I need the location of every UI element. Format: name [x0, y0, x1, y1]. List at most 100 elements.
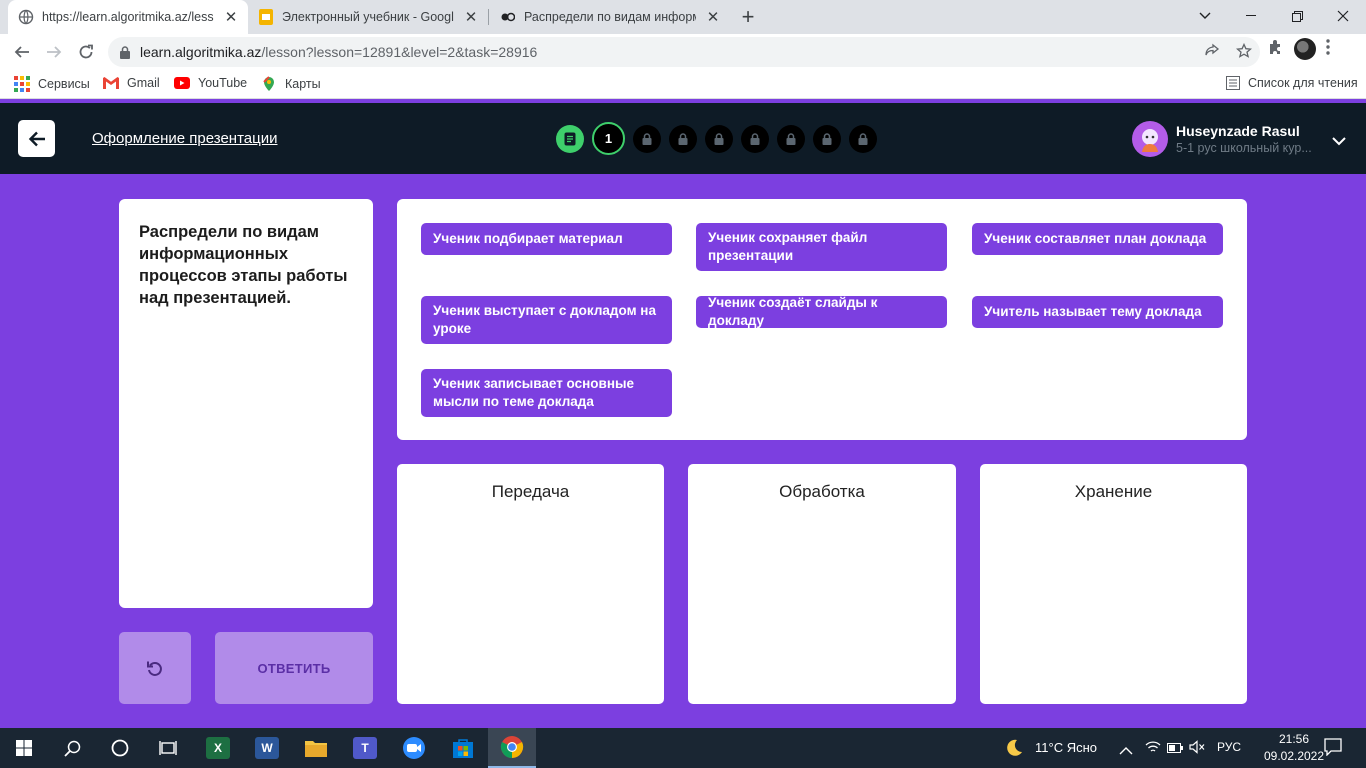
draggable-item[interactable]: Ученик выступает с докладом на уроке [421, 296, 672, 344]
task-view-icon[interactable] [144, 728, 192, 768]
teams-icon[interactable]: T [341, 728, 389, 768]
lock-icon [822, 132, 832, 145]
draggable-item[interactable]: Ученик создаёт слайды к докладу [696, 295, 947, 328]
youtube-icon [174, 77, 190, 89]
word-icon[interactable]: W [243, 728, 291, 768]
bookmark-label: YouTube [198, 76, 248, 90]
bookmarks-bar: Сервисы Gmail YouTube Карты Список для ч… [0, 70, 1366, 99]
step-locked[interactable] [633, 124, 661, 153]
apps-grid-icon [14, 76, 30, 92]
new-tab-button[interactable]: + [736, 4, 760, 29]
extensions-puzzle-icon[interactable] [1268, 39, 1284, 60]
share-icon[interactable] [1196, 43, 1228, 59]
drop-zone-title: Передача [491, 482, 570, 501]
step-locked[interactable] [741, 124, 769, 153]
draggable-item[interactable]: Учитель называет тему доклада [972, 296, 1223, 328]
menu-dots-icon[interactable] [1326, 38, 1330, 60]
step-locked[interactable] [813, 124, 841, 153]
bookmark-star-icon[interactable] [1228, 43, 1260, 59]
weather-text[interactable]: 11°C Ясно [1035, 740, 1097, 755]
reading-list-icon [1226, 76, 1240, 90]
file-explorer-icon[interactable] [292, 728, 340, 768]
bookmark-youtube[interactable]: YouTube [174, 76, 247, 90]
task-card: Распредели по видам информационных проце… [119, 199, 373, 608]
moon-weather-icon[interactable] [1004, 738, 1024, 763]
drop-zone-transfer[interactable]: Передача [397, 464, 664, 704]
cortana-icon[interactable] [96, 728, 144, 768]
tab-separator [488, 9, 489, 25]
tab-title: Электронный учебник - Google [282, 10, 454, 24]
step-theory[interactable] [556, 124, 584, 153]
task-prompt: Распредели по видам информационных проце… [139, 223, 348, 307]
chevron-up-icon[interactable] [1119, 742, 1133, 760]
drop-zone-storage[interactable]: Хранение [980, 464, 1247, 704]
browser-tab-active[interactable]: https://learn.algoritmika.az/lesso ✕ [8, 0, 248, 34]
chrome-icon[interactable] [488, 728, 536, 768]
zoom-icon[interactable] [390, 728, 438, 768]
bookmark-label: Сервисы [38, 77, 90, 91]
draggable-item[interactable]: Ученик составляет план доклада [972, 223, 1223, 255]
bookmark-gmail[interactable]: Gmail [103, 76, 160, 90]
drop-zone-processing[interactable]: Обработка [688, 464, 956, 704]
step-locked[interactable] [669, 124, 697, 153]
user-menu[interactable]: Huseynzade Rasul 5-1 рус школьный кур... [1132, 121, 1326, 157]
bookmark-services[interactable]: Сервисы [14, 76, 90, 92]
draggable-item[interactable]: Ученик подбирает материал [421, 223, 672, 255]
browser-tabstrip: https://learn.algoritmika.az/lesso ✕ Эле… [0, 0, 1366, 34]
address-bar[interactable]: learn.algoritmika.az/lesson?lesson=12891… [108, 37, 1260, 67]
draggable-item[interactable]: Ученик записывает основные мысли по теме… [421, 369, 672, 417]
step-current[interactable]: 1 [592, 122, 625, 155]
store-icon[interactable] [439, 728, 487, 768]
back-arrow-icon[interactable] [8, 38, 36, 66]
draggable-item[interactable]: Ученик сохраняет файл презентации [696, 223, 947, 271]
profile-avatar[interactable] [1294, 38, 1316, 60]
lock-icon [714, 132, 724, 145]
lock-icon [642, 132, 652, 145]
forward-arrow-icon[interactable] [40, 38, 68, 66]
battery-icon[interactable] [1167, 741, 1183, 759]
tab-title: Распредели по видам информа [524, 10, 696, 24]
close-window-icon[interactable] [1320, 0, 1366, 32]
google-slides-icon [258, 9, 274, 25]
notifications-icon[interactable] [1324, 738, 1342, 761]
close-icon[interactable]: ✕ [222, 8, 240, 26]
volume-muted-icon[interactable] [1189, 740, 1205, 759]
lesson-title-link[interactable]: Оформление презентации [92, 130, 277, 147]
reading-list-label: Список для чтения [1248, 76, 1358, 90]
browser-toolbar: learn.algoritmika.az/lesson?lesson=12891… [0, 34, 1366, 70]
document-icon [564, 132, 576, 145]
clock-date: 09.02.2022 [1263, 749, 1325, 763]
task-progress-steps: 1 [556, 122, 885, 155]
url-host: learn.algoritmika.az [140, 44, 262, 60]
input-language[interactable]: РУС [1217, 740, 1241, 754]
lock-icon[interactable] [120, 45, 130, 59]
close-icon[interactable]: ✕ [704, 8, 722, 26]
restore-icon[interactable] [1274, 0, 1320, 32]
answer-button[interactable]: ОТВЕТИТЬ [215, 632, 373, 704]
browser-tab[interactable]: Распредели по видам информа ✕ [490, 0, 730, 34]
network-icon[interactable] [1145, 740, 1161, 759]
reset-button[interactable] [119, 632, 191, 704]
search-icon[interactable] [48, 728, 96, 768]
excel-icon[interactable]: X [194, 728, 242, 768]
reload-icon[interactable] [72, 38, 100, 66]
back-button[interactable] [18, 120, 55, 157]
url-path: /lesson?lesson=12891&level=2&task=28916 [261, 44, 538, 60]
bookmark-maps[interactable]: Карты [261, 76, 321, 92]
browser-tab[interactable]: Электронный учебник - Google ✕ [248, 0, 488, 34]
tab-title: https://learn.algoritmika.az/lesso [42, 10, 214, 24]
step-locked[interactable] [777, 124, 805, 153]
user-name: Huseynzade Rasul [1176, 123, 1300, 139]
step-locked[interactable] [849, 124, 877, 153]
reading-list[interactable]: Список для чтения [1226, 76, 1358, 90]
chevron-down-icon[interactable] [1332, 133, 1346, 151]
user-avatar [1132, 121, 1168, 157]
lock-icon [750, 132, 760, 145]
close-icon[interactable]: ✕ [462, 8, 480, 26]
step-locked[interactable] [705, 124, 733, 153]
minimize-icon[interactable] [1228, 0, 1274, 32]
tab-search-chevron-icon[interactable] [1182, 0, 1228, 32]
clock[interactable]: 21:56 09.02.2022 [1262, 731, 1326, 765]
windows-start-icon[interactable] [0, 728, 48, 768]
lock-icon [858, 132, 868, 145]
